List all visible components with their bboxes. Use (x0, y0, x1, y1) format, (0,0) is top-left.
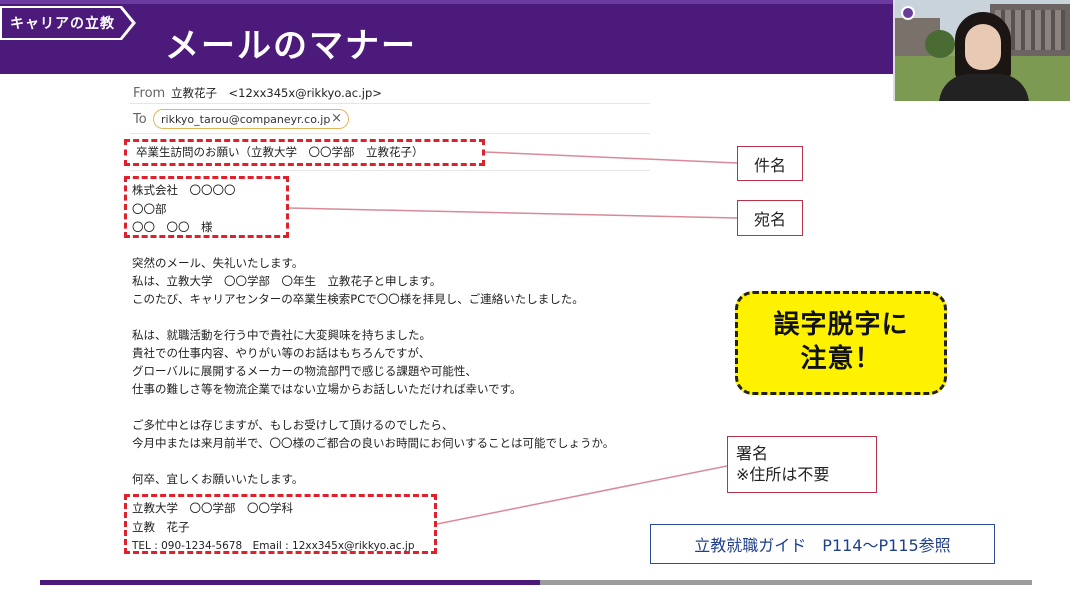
subject-connector (484, 151, 738, 164)
typo-warning-bubble: 誤字脱字に 注意！ (735, 291, 947, 395)
footer-bar-purple (40, 580, 540, 585)
signature-connector (436, 465, 728, 525)
callout-signature-note: ※住所は不要 (736, 464, 830, 484)
callout-subject: 件名 (737, 146, 803, 181)
callout-signature-title: 署名 (736, 443, 769, 463)
warning-line-2: 注意！ (800, 344, 882, 374)
address-connector (288, 207, 738, 219)
guide-reference: 立教就職ガイド P114～P115参照 (650, 524, 995, 564)
callout-address: 宛名 (737, 200, 803, 236)
footer-bar-gray (540, 580, 1032, 585)
warning-line-1: 誤字脱字に (773, 310, 909, 341)
callout-signature: 署名 ※住所は不要 (727, 436, 877, 493)
